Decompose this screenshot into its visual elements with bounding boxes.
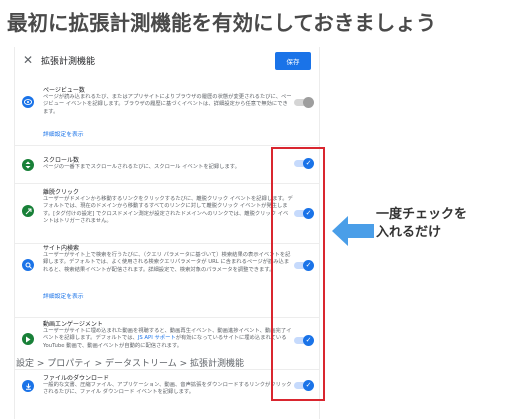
annotation-line: 入れるだけ	[376, 225, 442, 240]
row-title: サイト内検索	[43, 245, 80, 252]
row-description: ユーザーがドメインから移動するリンクをクリックするたびに、離脱クリック イベント…	[43, 196, 293, 225]
search-icon	[22, 259, 34, 271]
row-title: 動画エンゲージメント	[43, 321, 103, 328]
annotation-note: 一度チェックを 入れるだけ	[376, 206, 467, 242]
row-description: ページが読み込まれるたび、またはアプリサイトによりブラウザの履歴の状態が変更され…	[43, 94, 292, 115]
highlight-box	[271, 147, 325, 401]
annotation-line: 一度チェックを	[376, 207, 468, 222]
save-button[interactable]: 保存	[275, 52, 311, 70]
outbound-click-icon	[22, 205, 34, 217]
row-description: 一般的な文書、圧縮ファイル、アプリケーション、動画、音声拡張をダウンロードするリ…	[43, 382, 292, 396]
left-arrow-icon	[332, 216, 374, 246]
scroll-icon	[22, 159, 34, 171]
breadcrumb: 設定 > プロパティ > データストリーム > 拡張計測機能	[16, 359, 244, 369]
row-title: ファイルのダウンロード	[43, 375, 110, 382]
row-description: ユーザーがサイト上で検索を行うたびに、（クエリ パラメータに基づいて）検索結果の…	[43, 252, 291, 273]
row-title: スクロール数	[43, 157, 80, 164]
advanced-settings-link[interactable]: 詳細設定を表示	[43, 291, 84, 300]
play-icon	[22, 333, 34, 345]
download-icon	[22, 380, 34, 392]
row-title: ページビュー数	[43, 87, 85, 94]
eye-icon	[22, 96, 34, 108]
divider	[15, 145, 319, 146]
row-description: ページの一番下までスクロールされるたびに、スクロール イベントを記録します。	[43, 164, 240, 170]
row-description: ユーザーがサイトに埋め込まれた動画を視聴すると、動画再生イベント、動画進捗イベン…	[43, 328, 293, 350]
screenshot-root: 最初に拡張計測機能を有効にしておきましょう ✕ 拡張計測機能 保存 ページビュー…	[0, 0, 530, 419]
js-api-support-link[interactable]: JS API サポート	[138, 335, 176, 341]
page-views-toggle[interactable]	[294, 97, 314, 108]
panel-header: ✕ 拡張計測機能 保存	[15, 47, 319, 75]
close-icon[interactable]: ✕	[23, 53, 33, 67]
advanced-settings-link[interactable]: 詳細設定を表示	[43, 129, 84, 138]
panel-title: 拡張計測機能	[41, 57, 96, 67]
row-title: 離脱クリック	[43, 189, 80, 196]
page-heading: 最初に拡張計測機能を有効にしておきましょう	[7, 11, 437, 35]
